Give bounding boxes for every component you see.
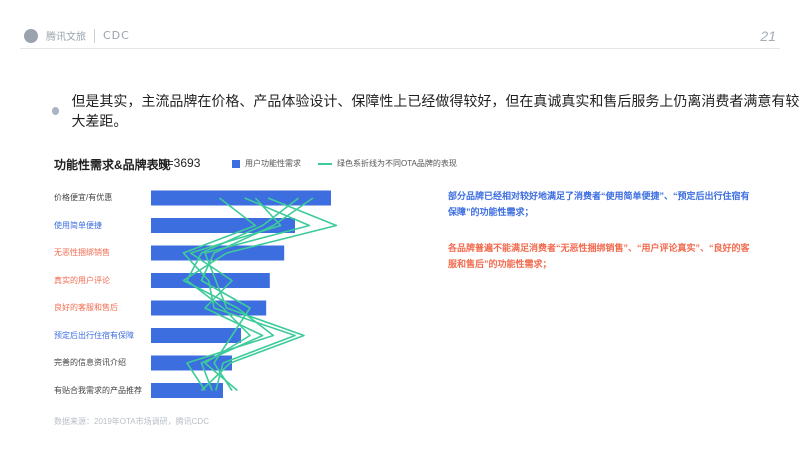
category-label: 使用简单便捷 — [54, 220, 102, 230]
logo-divider — [94, 28, 95, 43]
legend-item-bar: 用户功能性需求 — [232, 158, 301, 169]
legend-item-line: 绿色系折线为不同OTA品牌的表现 — [318, 158, 457, 169]
brand-logo: 腾讯文旅 CDC — [24, 28, 130, 43]
data-source: 数据来源：2019年OTA市场调研，腾讯CDC — [54, 417, 209, 426]
logo-text: 腾讯文旅 — [46, 32, 86, 43]
key-point: 但是其实，主流品牌在价格、产品体验设计、保障性上已经做得较好，但在真诚真实和售后… — [52, 91, 800, 131]
sample-size: N=3693 — [158, 156, 201, 170]
legend-line-label: 绿色系折线为不同OTA品牌的表现 — [337, 159, 457, 168]
chart-title: 功能性需求&品牌表现 — [54, 158, 171, 172]
bar — [151, 190, 331, 206]
key-point-text: 但是其实，主流品牌在价格、产品体验设计、保障性上已经做得较好，但在真诚真实和售后… — [71, 93, 800, 129]
cdc-logo: CDC — [103, 29, 130, 42]
category-label: 完善的信息资讯介绍 — [54, 358, 126, 367]
bar — [151, 355, 232, 371]
legend-bar-label: 用户功能性需求 — [245, 159, 301, 168]
bar — [151, 328, 241, 343]
category-label: 良好的客服和售后 — [54, 303, 118, 312]
page-header: 腾讯文旅 CDC 21 — [0, 0, 800, 48]
category-label: 价格便宜/有优惠 — [54, 193, 113, 202]
chart-canvas — [151, 190, 338, 398]
category-label: 有贴合我需求的产品推荐 — [54, 385, 142, 395]
header-divider — [20, 48, 780, 49]
category-label: 真实的用户评论 — [54, 275, 110, 285]
bars-group — [151, 190, 331, 398]
note-unsatisfied: 各品牌普遍不能满足消费者“无恶性捆绑销售”、“用户评论真实”、“良好的客服和售后… — [448, 243, 750, 269]
category-label: 预定后出行住宿有保障 — [54, 330, 134, 340]
tencent-logo-icon — [24, 28, 38, 43]
bullet-icon — [52, 107, 60, 115]
category-label: 无恶性捆绑销售 — [54, 248, 110, 257]
legend-bar-swatch — [232, 159, 240, 168]
note-satisfied: 部分品牌已经相对较好地满足了消费者“使用简单便捷”、“预定后出行住宿有保障”的功… — [448, 191, 750, 217]
legend-line-swatch — [318, 162, 332, 165]
page-number: 21 — [760, 28, 776, 44]
